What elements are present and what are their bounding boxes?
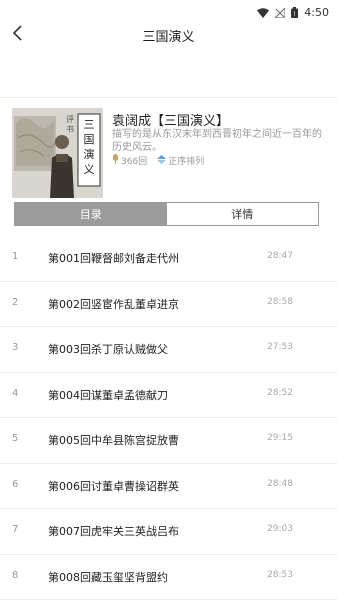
tab-catalog[interactable]: 目录 [15, 203, 167, 225]
nav-bar: 三国演义 [0, 20, 337, 50]
episode-title: 第002回竖宦作乱董卓进京 [48, 297, 179, 311]
list-item[interactable]: 1 第001回鞭督邮刘备走代州 28:47 [0, 236, 337, 282]
episode-duration: 28:48 [267, 478, 293, 489]
book-meta: 366回 正序排列 [112, 154, 214, 167]
book-cover: 三 国 演 义 评 书 [12, 108, 103, 198]
book-description: 描写的是从东汉末年到西晋初年之间近一百年的历史风云。 [112, 129, 322, 153]
status-time: 4:50 [304, 6, 329, 19]
episode-duration: 29:03 [267, 524, 293, 534]
list-item[interactable]: 5 第005回中牟县陈宫捉放曹 29:15 [0, 418, 337, 464]
episode-number: 5 [12, 433, 19, 444]
svg-text:义: 义 [84, 163, 95, 176]
status-bar: ! 4:50 [0, 0, 337, 20]
book-info: 三 国 演 义 评 书 袁阔成【三国演义】 描写的是从东汉末年到西晋初年之间近一… [0, 108, 337, 198]
episode-number: 4 [12, 387, 19, 399]
episode-number: 8 [12, 569, 19, 581]
svg-text:评: 评 [66, 115, 74, 124]
episode-count-label: 366回 [121, 157, 148, 167]
episode-title: 第007回虎牢关三英战吕布 [48, 525, 179, 538]
episode-count: 366回 [112, 154, 147, 167]
episode-duration: 27:53 [267, 342, 293, 352]
episode-title: 第004回谋董卓孟德献刀 [48, 388, 168, 402]
list-item[interactable]: 7 第007回虎牢关三英战吕布 29:03 [0, 509, 337, 555]
episode-duration: 28:53 [267, 569, 293, 580]
list-item[interactable]: 3 第003回杀丁原认贼做父 27:53 [0, 327, 337, 373]
list-item[interactable]: 2 第002回竖宦作乱董卓进京 28:58 [0, 282, 337, 327]
episode-number: 1 [12, 251, 19, 262]
svg-text:!: ! [294, 11, 296, 18]
episode-duration: 28:47 [267, 251, 293, 261]
episode-number: 6 [12, 478, 19, 490]
svg-text:书: 书 [66, 124, 74, 134]
sort-icon [157, 154, 168, 167]
svg-text:国: 国 [84, 133, 95, 146]
page-title: 三国演义 [142, 30, 195, 45]
book-title: 袁阔成【三国演义】 [112, 114, 230, 129]
svg-text:三: 三 [84, 118, 95, 131]
tab-details[interactable]: 详情 [166, 203, 318, 225]
episode-title: 第006回讨董卓曹操诏群英 [48, 479, 179, 493]
episode-duration: 28:52 [267, 387, 293, 398]
episode-number: 2 [12, 296, 19, 308]
audio-icon [112, 154, 121, 167]
episode-duration: 29:15 [267, 433, 293, 443]
list-item[interactable]: 4 第004回谋董卓孟德献刀 28:52 [0, 373, 337, 418]
sort-label: 正序排列 [168, 157, 205, 167]
header-divider [0, 97, 337, 98]
episode-duration: 28:58 [267, 296, 293, 307]
episode-title: 第003回杀丁原认贼做父 [48, 343, 168, 356]
episode-list: 1 第001回鞭督邮刘备走代州 28:47 2 第002回竖宦作乱董卓进京 28… [0, 236, 337, 600]
list-item[interactable]: 8 第008回藏玉玺坚背盟约 28:53 [0, 555, 337, 600]
sort-toggle[interactable]: 正序排列 [157, 154, 204, 167]
episode-title: 第001回鞭督邮刘备走代州 [48, 252, 179, 265]
tab-bar: 目录 详情 [14, 202, 319, 226]
episode-number: 7 [12, 524, 19, 535]
episode-title: 第005回中牟县陈宫捉放曹 [48, 434, 179, 447]
svg-text:演: 演 [84, 147, 95, 161]
list-item[interactable]: 6 第006回讨董卓曹操诏群英 28:48 [0, 464, 337, 509]
episode-number: 3 [12, 342, 19, 353]
episode-title: 第008回藏玉玺坚背盟约 [48, 570, 168, 584]
